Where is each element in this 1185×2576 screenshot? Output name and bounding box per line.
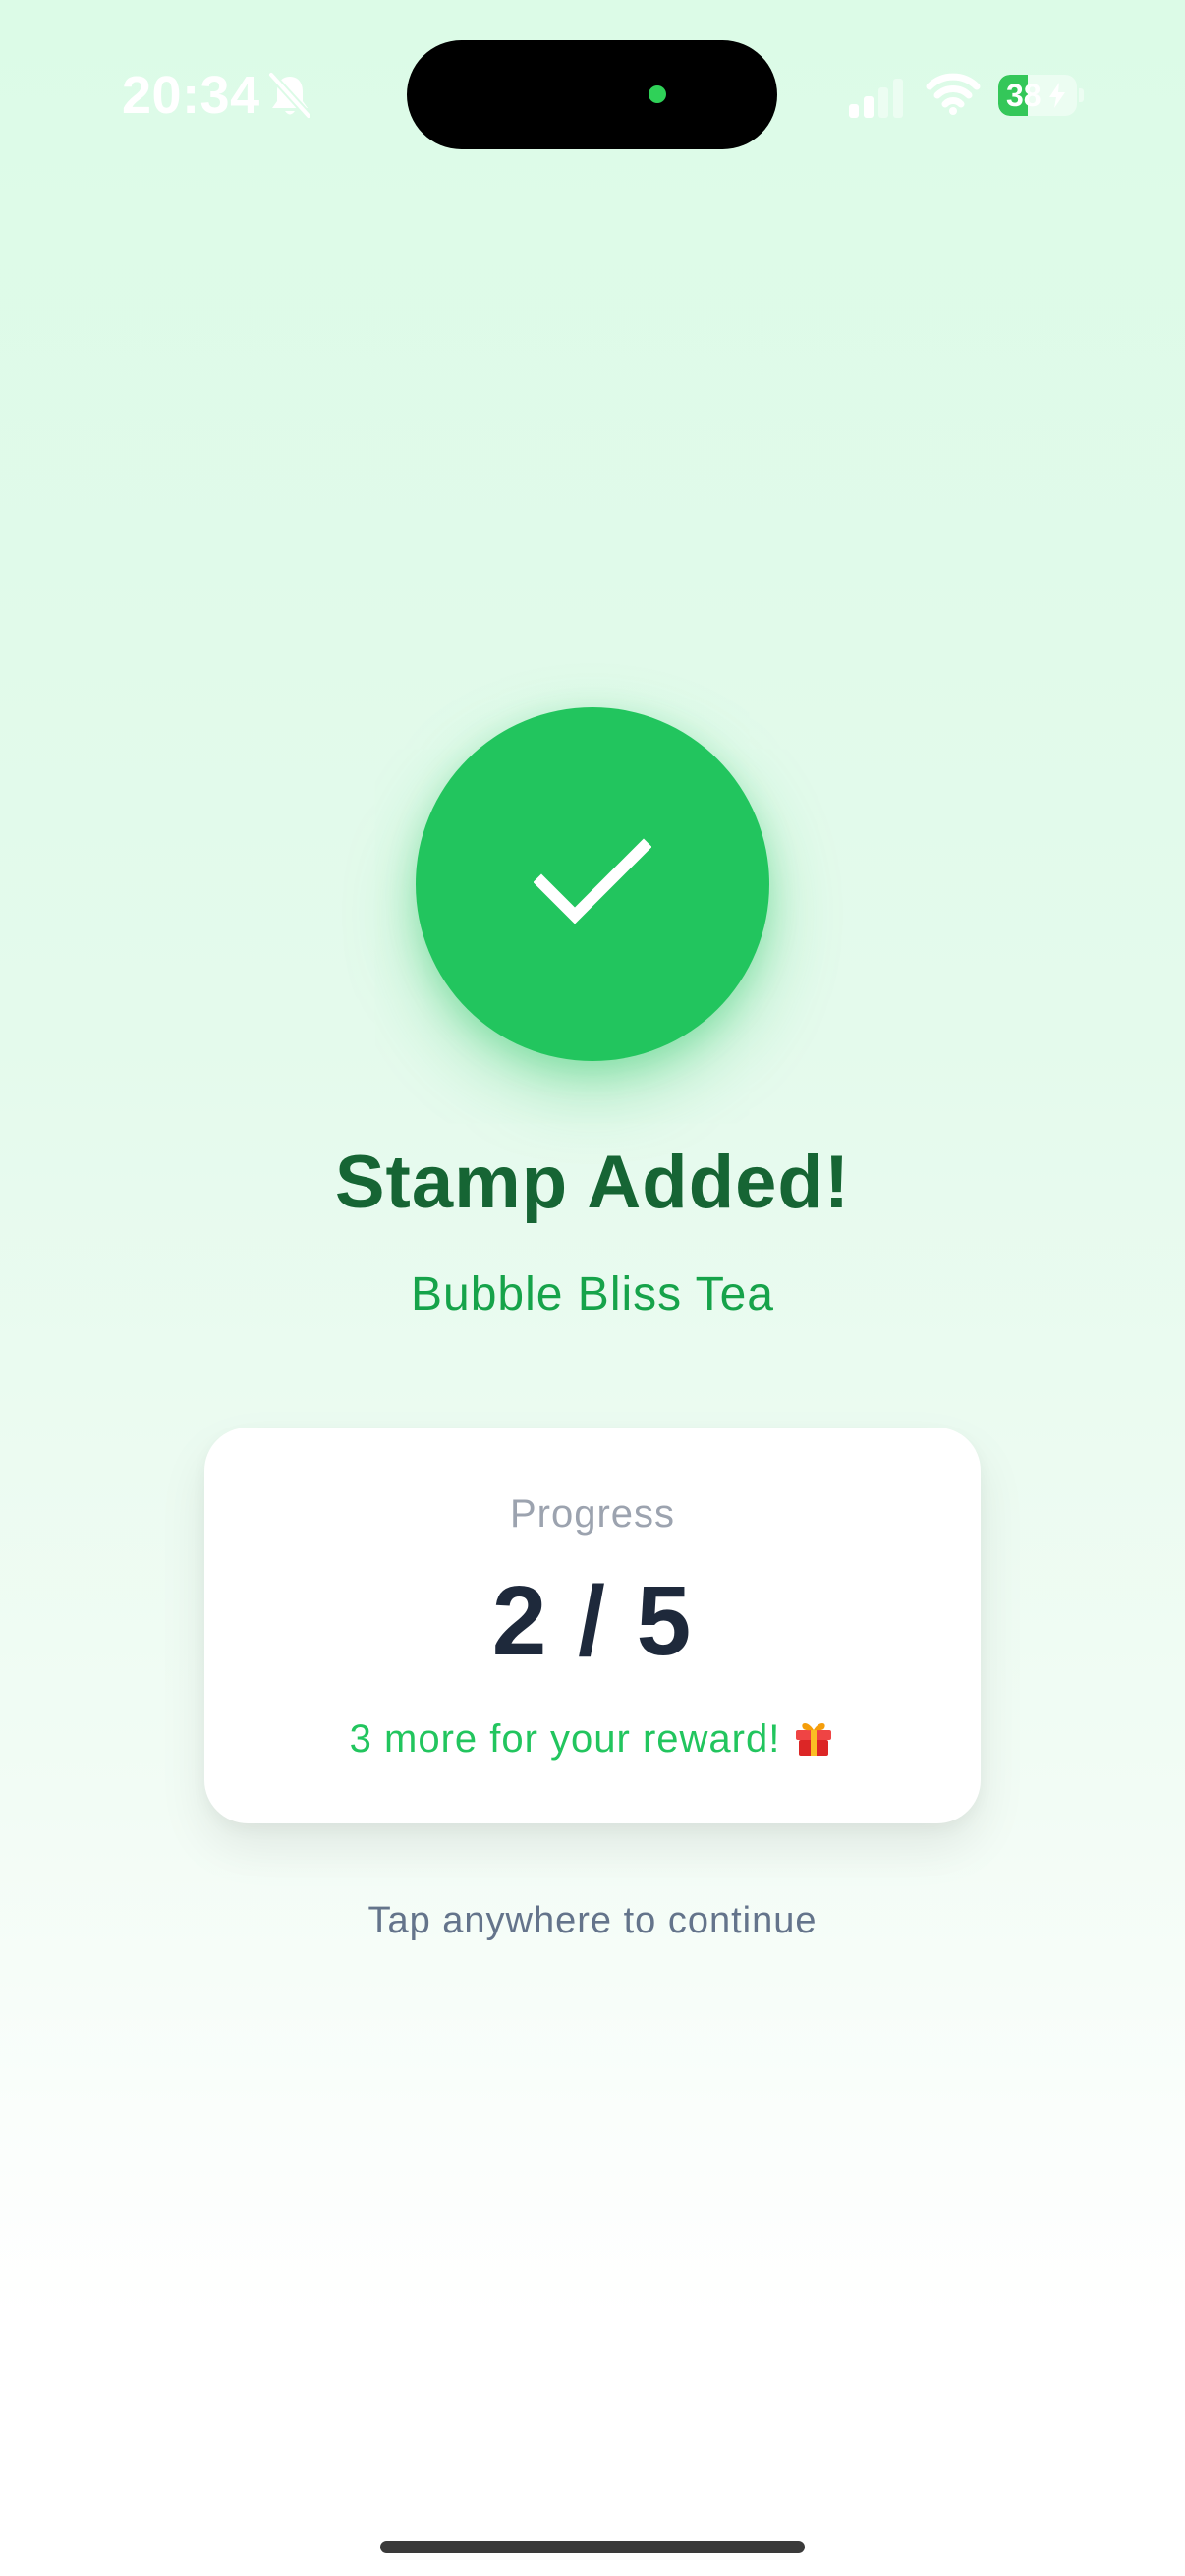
battery-charging-icon <box>1049 83 1065 108</box>
progress-card: Progress 2 / 5 3 more for your reward! <box>204 1428 981 1823</box>
battery-indicator: 38 <box>998 75 1084 116</box>
success-badge <box>416 707 769 1061</box>
camera-indicator-dot <box>649 85 666 103</box>
progress-label: Progress <box>509 1492 676 1536</box>
merchant-name: Bubble Bliss Tea <box>411 1268 774 1320</box>
checkmark-icon <box>534 838 651 924</box>
dynamic-island <box>407 40 777 149</box>
home-indicator[interactable] <box>380 2541 805 2553</box>
gift-icon <box>796 1723 832 1756</box>
status-time: 20:34 <box>122 66 260 125</box>
wifi-icon <box>926 73 981 115</box>
progress-note-text: 3 more for your reward! <box>349 1717 781 1761</box>
page-title: Stamp Added! <box>334 1141 851 1224</box>
bell-slash-icon <box>267 71 312 120</box>
tap-to-continue-hint[interactable]: Tap anywhere to continue <box>0 1900 1185 1942</box>
progress-value: 2 / 5 <box>491 1566 694 1676</box>
status-bar: 20:34 38 <box>0 0 1185 187</box>
progress-note: 3 more for your reward! <box>204 1714 981 1762</box>
signal-icon <box>849 79 903 118</box>
